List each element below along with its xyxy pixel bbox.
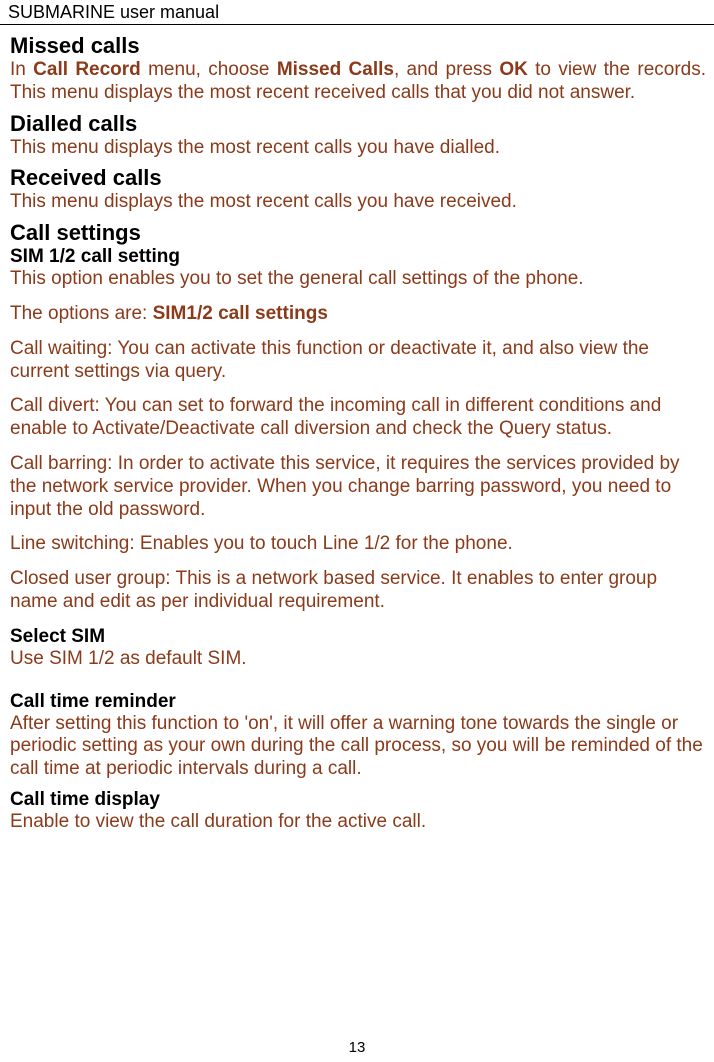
- text-display: Enable to view the call duration for the…: [10, 811, 706, 834]
- text-call-barring: Call barring: In order to activate this …: [10, 453, 706, 521]
- page-number: 13: [0, 1039, 714, 1056]
- section-received-calls: Received calls This menu displays the mo…: [10, 165, 706, 214]
- text-select-sim: Use SIM 1/2 as default SIM.: [10, 648, 706, 671]
- text-call-waiting: Call waiting: You can activate this func…: [10, 338, 706, 384]
- subheading-select-sim: Select SIM: [10, 626, 706, 648]
- select-sim-block: Select SIM Use SIM 1/2 as default SIM.: [10, 626, 706, 671]
- text-dialled-calls: This menu displays the most recent calls…: [10, 137, 706, 160]
- page-content: Missed calls In Call Record menu, choose…: [0, 25, 714, 834]
- reminder-block: Call time reminder After setting this fu…: [10, 691, 706, 781]
- text-reminder: After setting this function to 'on', it …: [10, 713, 706, 781]
- subheading-reminder: Call time reminder: [10, 691, 706, 713]
- section-dialled-calls: Dialled calls This menu displays the mos…: [10, 111, 706, 160]
- text-options: The options are: SIM1/2 call settings: [10, 303, 706, 326]
- heading-missed-calls: Missed calls: [10, 33, 706, 59]
- text: The options are:: [10, 303, 153, 324]
- bold-text: Call Record: [33, 59, 141, 80]
- text: , and press: [394, 59, 499, 80]
- text-received-calls: This menu displays the most recent calls…: [10, 191, 706, 214]
- text: menu, choose: [141, 59, 277, 80]
- section-call-settings: Call settings SIM 1/2 call setting This …: [10, 220, 706, 834]
- subheading-display: Call time display: [10, 789, 706, 811]
- text-closed-group: Closed user group: This is a network bas…: [10, 568, 706, 614]
- section-missed-calls: Missed calls In Call Record menu, choose…: [10, 33, 706, 105]
- subheading-sim-setting: SIM 1/2 call setting: [10, 246, 706, 268]
- text-call-divert: Call divert: You can set to forward the …: [10, 395, 706, 441]
- text-line-switching: Line switching: Enables you to touch Lin…: [10, 533, 706, 556]
- bold-text: SIM1/2 call settings: [153, 303, 328, 324]
- heading-received-calls: Received calls: [10, 165, 706, 191]
- bold-text: OK: [499, 59, 528, 80]
- heading-call-settings: Call settings: [10, 220, 706, 246]
- text-sim-setting: This option enables you to set the gener…: [10, 268, 706, 291]
- bold-text: Missed Calls: [277, 59, 394, 80]
- heading-dialled-calls: Dialled calls: [10, 111, 706, 137]
- text-missed-calls: In Call Record menu, choose Missed Calls…: [10, 59, 706, 105]
- text: In: [10, 59, 33, 80]
- display-block: Call time display Enable to view the cal…: [10, 789, 706, 834]
- page-header: SUBMARINE user manual: [0, 0, 714, 25]
